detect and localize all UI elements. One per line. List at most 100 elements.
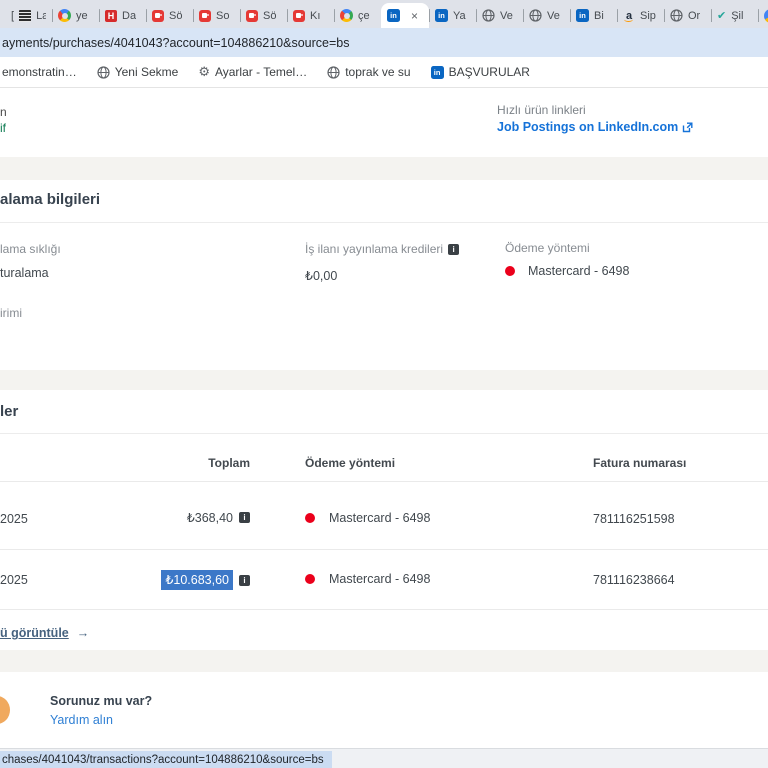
bracket-glyph: [ xyxy=(11,9,15,22)
tab-active-linkedin[interactable]: in × xyxy=(381,3,429,28)
divider xyxy=(0,609,768,610)
transactions-card: ler Toplam Ödeme yöntemi Fatura numarası… xyxy=(0,390,768,650)
tab-label: Sip xyxy=(640,9,656,22)
col-header-invoice: Fatura numarası xyxy=(593,456,687,470)
transaction-date: 2025 xyxy=(0,512,28,526)
tab-1[interactable]: ye xyxy=(52,3,99,28)
tab-label: çe xyxy=(358,9,370,22)
address-bar[interactable]: ayments/purchases/4041043?account=104886… xyxy=(0,28,768,57)
document-icon xyxy=(19,9,32,22)
tab-16[interactable] xyxy=(758,3,768,28)
transaction-method: Mastercard - 6498 xyxy=(305,572,430,586)
credits-label: İş ilanı yayınlama kredileri i xyxy=(305,242,460,256)
divider xyxy=(0,549,768,550)
browser-window: [ La ye H Da Sö So Sö Kı çe in × in Ya V… xyxy=(0,0,768,768)
divider xyxy=(0,481,768,482)
red-h-icon: H xyxy=(105,9,117,22)
bookmark-0[interactable]: emonstratin… xyxy=(2,65,77,79)
tab-strip: [ La ye H Da Sö So Sö Kı çe in × in Ya V… xyxy=(0,0,768,28)
tab-label: Kı xyxy=(310,9,321,22)
tab-label: Da xyxy=(122,9,137,22)
tab-close-icon[interactable]: × xyxy=(411,9,418,23)
job-postings-link-text: Job Postings on LinkedIn.com xyxy=(497,120,679,134)
bookmark-4[interactable]: in BAŞVURULAR xyxy=(430,65,530,79)
linkedin-icon: in xyxy=(435,9,448,22)
method-text: Mastercard - 6498 xyxy=(329,511,431,525)
transaction-invoice: 781116238664 xyxy=(593,573,675,587)
credits-label-text: İş ilanı yayınlama kredileri xyxy=(305,242,444,256)
globe-icon xyxy=(97,65,110,79)
bookmark-3[interactable]: toprak ve su xyxy=(327,65,411,79)
tab-2[interactable]: H Da xyxy=(99,3,146,28)
tab-0[interactable]: [ La xyxy=(5,3,52,28)
tab-12[interactable]: in Bi xyxy=(570,3,617,28)
transaction-invoice: 781116251598 xyxy=(593,512,675,526)
globe-icon xyxy=(529,9,542,22)
url-text[interactable]: ayments/purchases/4041043?account=104886… xyxy=(0,36,349,50)
product-name-fragment: n xyxy=(0,105,7,119)
job-postings-link[interactable]: Job Postings on LinkedIn.com xyxy=(497,120,693,134)
transaction-date: 2025 xyxy=(0,573,28,587)
tab-5[interactable]: Sö xyxy=(240,3,287,28)
dictionary-app-icon xyxy=(246,9,258,22)
bookmark-label: toprak ve su xyxy=(345,65,411,79)
tab-label: Sö xyxy=(263,9,277,22)
tab-6[interactable]: Kı xyxy=(287,3,334,28)
get-help-link[interactable]: Yardım alın xyxy=(50,713,113,727)
transaction-method: Mastercard - 6498 xyxy=(305,511,430,525)
mastercard-icon xyxy=(305,513,321,523)
transactions-heading: ler xyxy=(0,403,19,420)
divider xyxy=(0,433,768,434)
info-icon[interactable]: i xyxy=(448,243,460,255)
arrow-right-icon: → xyxy=(76,626,90,640)
help-question-icon xyxy=(0,696,10,724)
tab-11[interactable]: Ve xyxy=(523,3,570,28)
billing-heading: alama bilgileri xyxy=(0,191,101,208)
status-bar: chases/4041043/transactions?account=1048… xyxy=(0,748,768,768)
mastercard-icon xyxy=(505,266,521,276)
product-card: n if Hızlı ürün linkleri Job Postings on… xyxy=(0,88,768,157)
help-section: Sorunuz mu var? Yardım alın xyxy=(0,672,768,748)
bookmark-label: Ayarlar - Temel… xyxy=(214,65,308,79)
tab-label: Ve xyxy=(500,9,513,22)
dictionary-app-icon xyxy=(199,9,211,22)
currency-label-fragment: irimi xyxy=(0,306,22,320)
col-header-total: Toplam xyxy=(208,456,250,470)
bookmark-2[interactable]: ⚙ Ayarlar - Temel… xyxy=(198,64,307,80)
view-all-text: ü görüntüle xyxy=(0,626,69,640)
tab-14[interactable]: Or xyxy=(664,3,711,28)
tab-label: La xyxy=(36,9,46,22)
bookmark-1[interactable]: Yeni Sekme xyxy=(97,65,179,79)
payment-method-value: Mastercard - 6498 xyxy=(505,264,629,278)
billing-frequency-value: turalama xyxy=(0,266,49,280)
view-all-link[interactable]: ü görüntüle → xyxy=(0,626,89,640)
google-icon xyxy=(340,9,353,22)
info-icon[interactable]: i xyxy=(239,512,250,523)
external-link-icon xyxy=(683,122,693,132)
google-icon xyxy=(58,9,71,22)
tab-label: Şil xyxy=(731,9,744,22)
billing-card: alama bilgileri lama sıklığı turalama İş… xyxy=(0,180,768,370)
globe-icon xyxy=(327,65,340,79)
tab-10[interactable]: Ve xyxy=(476,3,523,28)
tab-9[interactable]: in Ya xyxy=(429,3,476,28)
gear-icon: ⚙ xyxy=(198,64,210,79)
info-icon[interactable]: i xyxy=(239,574,250,586)
tab-15[interactable]: ✔ Şil xyxy=(711,3,758,28)
tab-label: So xyxy=(216,9,230,22)
amazon-icon: a xyxy=(623,9,635,22)
tab-4[interactable]: So xyxy=(193,3,240,28)
tab-label: Ya xyxy=(453,9,466,22)
transaction-total: ₺368,40 i xyxy=(187,510,250,525)
tab-13[interactable]: a Sip xyxy=(617,3,664,28)
divider xyxy=(0,222,768,223)
payment-method-label: Ödeme yöntemi xyxy=(505,241,590,255)
tab-label: Sö xyxy=(169,9,183,22)
status-url-tooltip: chases/4041043/transactions?account=1048… xyxy=(0,751,332,768)
tab-3[interactable]: Sö xyxy=(146,3,193,28)
tab-7[interactable]: çe xyxy=(334,3,381,28)
bookmark-label: Yeni Sekme xyxy=(114,65,179,79)
bookmark-label: BAŞVURULAR xyxy=(448,65,530,79)
quick-links-label: Hızlı ürün linkleri xyxy=(497,103,586,117)
help-question-text: Sorunuz mu var? xyxy=(50,694,153,708)
